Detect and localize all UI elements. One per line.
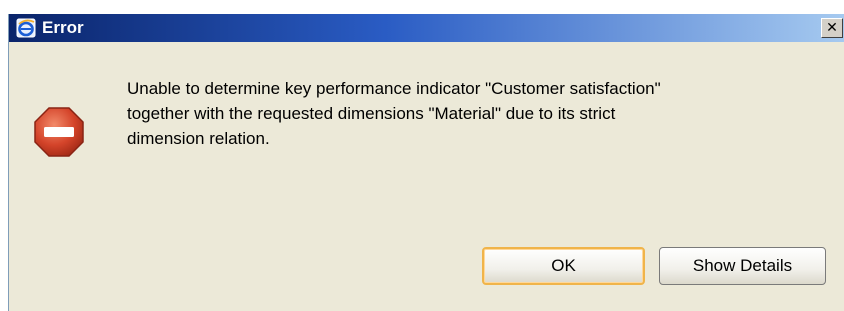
show-details-button[interactable]: Show Details [659,247,826,285]
close-icon: ✕ [826,20,838,36]
error-stop-icon [34,107,84,157]
error-dialog: Error ✕ Unable to determine key performa… [8,14,844,311]
message-line-2: together with the requested dimensions "… [127,104,616,123]
message-line-3: dimension relation. [127,129,270,148]
ok-button[interactable]: OK [482,247,645,285]
window-title: Error [42,18,84,37]
message-line-1: Unable to determine key performance indi… [127,79,661,98]
title-bar[interactable]: Error ✕ [9,14,844,42]
close-button[interactable]: ✕ [821,18,843,38]
ie-icon [16,18,36,38]
error-message: Unable to determine key performance indi… [127,76,827,151]
